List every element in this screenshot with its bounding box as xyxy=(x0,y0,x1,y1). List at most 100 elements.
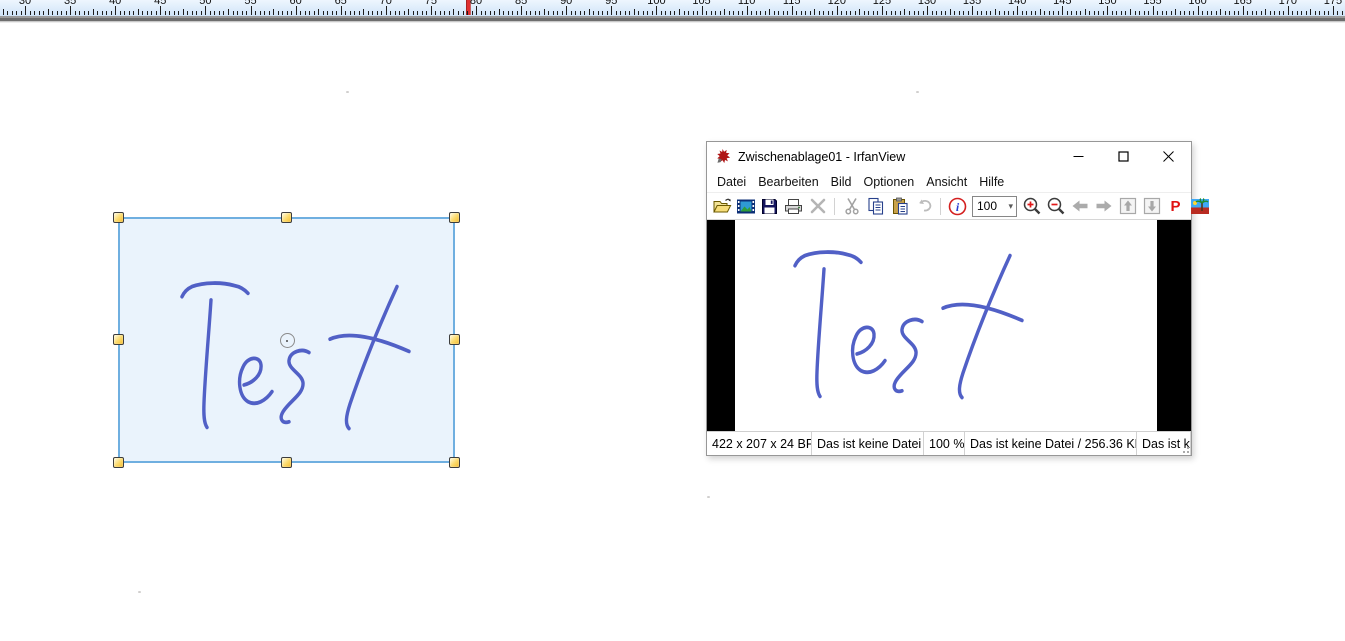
close-button[interactable] xyxy=(1146,142,1191,171)
ruler-tick xyxy=(990,11,991,15)
ruler-tick xyxy=(941,11,942,15)
zoom-level-dropdown[interactable]: 100 ▾ xyxy=(972,196,1017,217)
maximize-button[interactable] xyxy=(1101,142,1146,171)
ruler-tick xyxy=(264,11,265,15)
resize-handle-bottom-right[interactable] xyxy=(449,457,460,468)
resize-handle-top-center[interactable] xyxy=(281,212,292,223)
last-image-button[interactable] xyxy=(1140,195,1163,217)
ruler-tick xyxy=(192,11,193,15)
ruler-tick xyxy=(481,11,482,15)
minimize-button[interactable] xyxy=(1056,142,1101,171)
menu-item-hilfe[interactable]: Hilfe xyxy=(973,173,1010,191)
ruler-tick xyxy=(1297,11,1298,15)
ruler-tick xyxy=(1026,11,1027,15)
ruler-tick xyxy=(214,11,215,15)
ruler-tick xyxy=(810,11,811,15)
printer-icon xyxy=(784,198,803,215)
zoom-in-button[interactable] xyxy=(1020,195,1043,217)
ruler-tick xyxy=(923,11,924,15)
resize-handle-bottom-left[interactable] xyxy=(113,457,124,468)
cut-button[interactable] xyxy=(840,195,863,217)
thumbnails-button[interactable] xyxy=(1188,195,1211,217)
ruler-tick xyxy=(97,11,98,15)
ruler-tick xyxy=(575,11,576,15)
ruler-label: 110 xyxy=(738,0,756,7)
ruler-tick xyxy=(12,11,13,15)
ruler-tick xyxy=(1261,11,1262,15)
ruler-tick xyxy=(381,11,382,15)
ruler-tick xyxy=(1076,11,1077,15)
menu-item-ansicht[interactable]: Ansicht xyxy=(920,173,973,191)
paste-button[interactable] xyxy=(888,195,911,217)
title-bar[interactable]: Zwischenablage01 - IrfanView xyxy=(707,142,1191,171)
resize-grip[interactable] xyxy=(1181,445,1189,453)
save-icon xyxy=(761,198,778,215)
ruler-tick xyxy=(616,11,617,15)
ruler-tick xyxy=(819,11,820,15)
ruler-tick xyxy=(309,11,310,15)
zoom-level-value: 100 xyxy=(977,199,997,213)
ruler-tick xyxy=(395,11,396,15)
first-image-button[interactable] xyxy=(1116,195,1139,217)
resize-handle-middle-left[interactable] xyxy=(113,334,124,345)
image-info-button[interactable]: i xyxy=(946,195,969,217)
menu-item-bearbeiten[interactable]: Bearbeiten xyxy=(752,173,824,191)
ruler-tick xyxy=(584,11,585,15)
next-image-button[interactable] xyxy=(1092,195,1115,217)
ruler-tick xyxy=(341,6,342,15)
print-button[interactable] xyxy=(782,195,805,217)
print-p-button[interactable]: P xyxy=(1164,195,1187,217)
ruler-tick xyxy=(562,11,563,15)
resize-handle-top-right[interactable] xyxy=(449,212,460,223)
ruler-tick xyxy=(30,11,31,15)
ruler-tick xyxy=(620,11,621,15)
menu-item-bild[interactable]: Bild xyxy=(825,173,858,191)
ruler-tick xyxy=(1135,11,1136,15)
ruler-tick xyxy=(129,11,130,15)
ruler-label: 175 xyxy=(1324,0,1342,7)
image-viewport[interactable] xyxy=(707,220,1191,431)
ruler-tick xyxy=(79,11,80,15)
ruler-edge-highlight xyxy=(0,22,1345,23)
ruler-tick xyxy=(88,11,89,15)
ruler-tick xyxy=(684,11,685,15)
menu-item-datei[interactable]: Datei xyxy=(711,173,752,191)
delete-button[interactable] xyxy=(806,195,829,217)
ruler-tick xyxy=(760,11,761,15)
ruler-tick xyxy=(133,11,134,15)
close-icon xyxy=(1163,151,1174,162)
ruler-tick xyxy=(1022,11,1023,15)
undo-button[interactable] xyxy=(912,195,935,217)
previous-image-button[interactable] xyxy=(1068,195,1091,217)
ruler-label: 125 xyxy=(873,0,891,7)
ruler-tick xyxy=(350,11,351,15)
ruler-label: 115 xyxy=(783,0,801,7)
chevron-down-icon: ▾ xyxy=(1008,201,1016,212)
status-zoom-percent: 100 % xyxy=(924,432,965,455)
selected-image-object[interactable] xyxy=(118,217,455,463)
ruler-tick xyxy=(463,11,464,15)
ruler-tick xyxy=(327,11,328,15)
ruler-tick xyxy=(21,11,22,15)
resize-handle-bottom-center[interactable] xyxy=(281,457,292,468)
red-p-icon: P xyxy=(1170,198,1180,215)
ruler-tick xyxy=(846,11,847,15)
ruler-tick xyxy=(828,11,829,15)
ruler-tick xyxy=(625,11,626,15)
irfanview-window: Zwischenablage01 - IrfanView DateiBearbe… xyxy=(706,141,1192,456)
ruler-tick xyxy=(702,6,703,15)
copy-button[interactable] xyxy=(864,195,887,217)
resize-handle-middle-right[interactable] xyxy=(449,334,460,345)
slideshow-button[interactable] xyxy=(734,195,757,217)
ruler-label: 60 xyxy=(289,0,301,7)
ruler-tick xyxy=(305,11,306,15)
save-button[interactable] xyxy=(758,195,781,217)
ruler-tick xyxy=(205,6,206,15)
open-folder-button[interactable] xyxy=(710,195,733,217)
ruler-tick xyxy=(300,11,301,15)
zoom-out-button[interactable] xyxy=(1044,195,1067,217)
menu-item-optionen[interactable]: Optionen xyxy=(858,173,921,191)
ruler-tick xyxy=(1301,11,1302,15)
resize-handle-top-left[interactable] xyxy=(113,212,124,223)
ruler-tick xyxy=(945,11,946,15)
